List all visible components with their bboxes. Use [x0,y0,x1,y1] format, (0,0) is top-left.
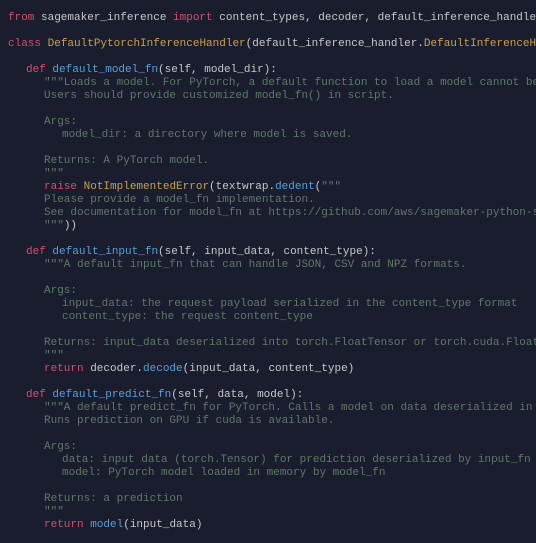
token-sym [41,38,48,50]
code-line[interactable]: Args: [8,441,528,454]
token-str: """ [44,220,64,232]
code-line[interactable]: """Loads a model. For PyTorch, a default… [8,77,528,90]
code-line[interactable]: See documentation for model_fn at https:… [8,207,528,220]
token-kw: def [26,389,46,401]
code-line[interactable]: Runs prediction on GPU if cuda is availa… [8,415,528,428]
token-str: """ [44,506,64,518]
token-str: Returns: A PyTorch model. [44,155,209,167]
code-line[interactable]: def default_model_fn(self, model_dir): [8,64,528,77]
code-line[interactable] [8,25,528,38]
code-line[interactable]: class DefaultPytorchInferenceHandler(def… [8,38,528,51]
code-line[interactable]: return model(input_data) [8,519,528,532]
token-sym: sagemaker_inference [34,12,173,24]
token-str: """A default predict_fn for PyTorch. Cal… [44,402,536,414]
code-line[interactable]: Users should provide customized model_fn… [8,90,528,103]
token-kw: return [44,363,84,375]
code-line[interactable]: """ [8,506,528,519]
token-str: data: input data (torch.Tensor) for pred… [62,454,531,466]
token-kw: raise [44,181,77,193]
code-line[interactable]: """ [8,350,528,363]
code-line[interactable]: raise NotImplementedError(textwrap.deden… [8,181,528,194]
code-line[interactable] [8,272,528,285]
token-kw: def [26,246,46,258]
token-str: See documentation for model_fn at https:… [44,207,536,219]
token-str: content_type: the request content_type [62,311,313,323]
token-pun: (self, data, model): [171,389,303,401]
token-func: default_input_fn [52,246,158,258]
token-str: Args: [44,116,77,128]
token-func: model [90,519,123,531]
token-str: input_data: the request payload serializ… [62,298,517,310]
code-line[interactable]: """ [8,168,528,181]
code-line[interactable]: Returns: input_data deserialized into to… [8,337,528,350]
code-line[interactable] [8,142,528,155]
code-line[interactable] [8,480,528,493]
token-pun: (input_data) [123,519,202,531]
code-line[interactable]: return decoder.decode(input_data, conten… [8,363,528,376]
code-line[interactable]: def default_input_fn(self, input_data, c… [8,246,528,259]
token-kw: from [8,12,34,24]
token-str: Args: [44,285,77,297]
code-line[interactable] [8,233,528,246]
token-str: Returns: a prediction [44,493,183,505]
token-str: Users should provide customized model_fn… [44,90,394,102]
code-line[interactable]: """)) [8,220,528,233]
code-line[interactable]: model: PyTorch model loaded in memory by… [8,467,528,480]
token-cls: NotImplementedError [84,181,209,193]
code-line[interactable]: def default_predict_fn(self, data, model… [8,389,528,402]
code-line[interactable]: """A default input_fn that can handle JS… [8,259,528,272]
token-func: dedent [275,181,315,193]
token-pun: (input_data, content_type) [183,363,355,375]
token-pun: )) [64,220,77,232]
code-line[interactable] [8,428,528,441]
token-str: Returns: input_data deserialized into to… [44,337,536,349]
code-line[interactable]: model_dir: a directory where model is sa… [8,129,528,142]
token-pun: (self, model_dir): [158,64,277,76]
code-line[interactable]: Returns: a prediction [8,493,528,506]
token-str: model_dir: a directory where model is sa… [62,129,352,141]
token-str: """ [44,350,64,362]
code-editor[interactable]: from sagemaker_inference import content_… [0,0,536,543]
code-line[interactable]: input_data: the request payload serializ… [8,298,528,311]
code-line[interactable]: Args: [8,116,528,129]
token-str: """Loads a model. For PyTorch, a default… [44,77,536,89]
token-pun: (default_inference_handler. [246,38,424,50]
token-str: Please provide a model_fn implementation… [44,194,315,206]
token-kw: return [44,519,84,531]
code-line[interactable]: data: input data (torch.Tensor) for pred… [8,454,528,467]
token-pun: (self, input_data, content_type): [158,246,376,258]
token-cls: DefaultInferenceHandler [424,38,536,50]
token-str: """A default input_fn that can handle JS… [44,259,466,271]
code-line[interactable]: Please provide a model_fn implementation… [8,194,528,207]
code-line[interactable]: Returns: A PyTorch model. [8,155,528,168]
token-str: """ [44,168,64,180]
token-str: """ [321,181,341,193]
code-line[interactable]: content_type: the request content_type [8,311,528,324]
token-cls: DefaultPytorchInferenceHandler [48,38,246,50]
token-kw: class [8,38,41,50]
token-kw: import [173,12,213,24]
code-line[interactable] [8,376,528,389]
token-str: model: PyTorch model loaded in memory by… [62,467,385,479]
code-line[interactable]: Args: [8,285,528,298]
token-func: decode [143,363,183,375]
code-line[interactable] [8,51,528,64]
token-str: Runs prediction on GPU if cuda is availa… [44,415,334,427]
token-sym [77,181,84,193]
code-line[interactable] [8,324,528,337]
code-line[interactable]: """A default predict_fn for PyTorch. Cal… [8,402,528,415]
token-func: default_model_fn [52,64,158,76]
token-str: Args: [44,441,77,453]
token-sym: decoder. [84,363,143,375]
code-line[interactable]: from sagemaker_inference import content_… [8,12,528,25]
token-sym: content_types, decoder, default_inferenc… [213,12,536,24]
token-kw: def [26,64,46,76]
token-pun: (textwrap. [209,181,275,193]
code-line[interactable] [8,103,528,116]
token-func: default_predict_fn [52,389,171,401]
